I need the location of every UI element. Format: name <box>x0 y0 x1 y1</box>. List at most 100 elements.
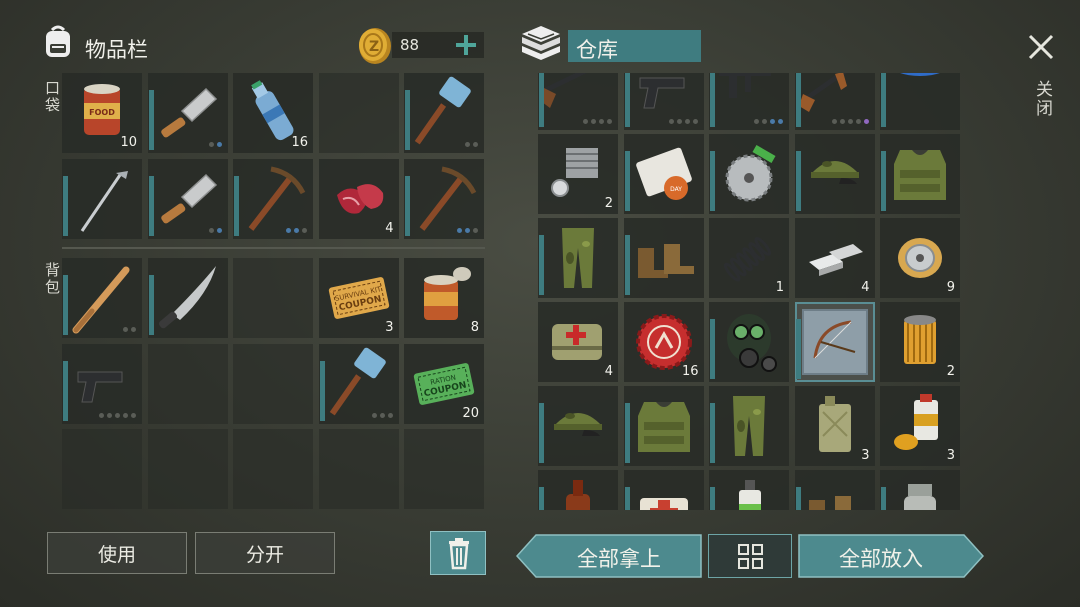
storage-slot[interactable] <box>709 470 789 510</box>
storage-slot[interactable] <box>623 218 704 298</box>
pockets-label: 口袋 <box>43 80 61 114</box>
pockets-slot[interactable]: 16 <box>233 73 313 153</box>
quality-dots <box>208 142 222 147</box>
storage-slot[interactable]: 16 <box>623 302 704 382</box>
storage-slot[interactable]: 2 <box>880 302 960 382</box>
pockets-slot[interactable]: 4 <box>318 158 399 239</box>
quality-dots <box>583 119 612 124</box>
durability-bar <box>795 487 801 510</box>
quality-dots <box>465 142 478 147</box>
storage-slot[interactable] <box>794 73 875 130</box>
storage-slot[interactable]: 3 <box>880 386 960 466</box>
storage-slot[interactable] <box>794 470 875 510</box>
storage-viewport[interactable]: 2 DAY 1 4 9 4 16 2 3 3 <box>538 73 964 510</box>
durability-bar <box>624 151 630 211</box>
backpack-slot[interactable] <box>318 343 399 424</box>
quality-dots <box>208 227 222 233</box>
item-count: 4 <box>861 280 870 295</box>
storage-slot[interactable] <box>880 73 960 130</box>
backpack-slot[interactable] <box>404 429 484 509</box>
storage-slot[interactable] <box>538 218 618 298</box>
durability-bar <box>624 73 630 127</box>
trash-icon <box>449 538 469 570</box>
storage-slot[interactable] <box>623 470 704 510</box>
backpack-slot[interactable] <box>147 258 228 338</box>
backpack-slot[interactable]: SURVIVAL KIT COUPON 3 <box>318 258 399 338</box>
item-count: 3 <box>946 448 955 463</box>
pockets-slot[interactable] <box>233 158 313 239</box>
storage-slot[interactable] <box>623 73 704 130</box>
item-count: 4 <box>604 364 613 379</box>
add-coins-plus-icon[interactable] <box>454 32 478 62</box>
storage-slot[interactable]: DAY <box>623 134 704 214</box>
use-button[interactable]: 使用 <box>47 532 187 574</box>
svg-text:Z: Z <box>369 39 379 55</box>
backpack-slot[interactable] <box>233 343 313 424</box>
storage-slot[interactable] <box>538 73 618 130</box>
durability-bar <box>881 73 886 127</box>
durability-bar <box>710 151 715 211</box>
durability-bar <box>405 175 410 236</box>
pockets-slot[interactable] <box>404 158 484 239</box>
durability-bar <box>710 319 715 379</box>
durability-bar <box>881 487 886 510</box>
quality-dots <box>457 227 478 233</box>
storage-slot[interactable] <box>538 386 618 466</box>
section-divider <box>62 247 485 249</box>
item-count: 9 <box>946 280 955 295</box>
pockets-slot[interactable] <box>62 158 142 239</box>
storage-slot[interactable] <box>794 134 875 214</box>
coin-icon: Z <box>356 26 394 70</box>
svg-text:FOOD: FOOD <box>89 108 115 117</box>
storage-slot[interactable] <box>709 302 789 382</box>
take-all-button[interactable]: 全部拿上 <box>516 534 702 578</box>
pockets-slot[interactable] <box>147 158 228 239</box>
pockets-slot[interactable] <box>318 73 399 153</box>
quality-dots <box>668 119 698 124</box>
split-button[interactable]: 分开 <box>195 532 335 574</box>
backpack-slot[interactable] <box>62 258 142 338</box>
backpack-slot[interactable]: 8 <box>404 258 484 338</box>
close-label[interactable]: 关闭 <box>1030 80 1055 118</box>
storage-slot[interactable] <box>880 134 960 214</box>
backpack-slot[interactable] <box>233 429 313 509</box>
durability-bar <box>710 487 715 510</box>
put-all-button[interactable]: 全部放入 <box>798 534 984 578</box>
storage-slot[interactable] <box>623 386 704 466</box>
storage-slot[interactable]: 3 <box>794 386 875 466</box>
storage-icon <box>518 22 564 68</box>
backpack-slot[interactable] <box>233 258 313 338</box>
item-count: 10 <box>120 135 137 150</box>
storage-slot[interactable] <box>880 470 960 510</box>
close-icon <box>1028 34 1054 60</box>
pockets-slot[interactable]: FOOD 10 <box>62 73 142 153</box>
backpack-slot[interactable] <box>147 343 228 424</box>
durability-bar <box>624 235 630 295</box>
storage-slot[interactable]: 2 <box>538 134 618 214</box>
durability-bar <box>795 319 801 379</box>
trash-button[interactable] <box>430 531 486 575</box>
durability-bar <box>881 151 886 211</box>
storage-slot[interactable]: 1 <box>709 218 789 298</box>
backpack-slot[interactable] <box>318 429 399 509</box>
storage-slot[interactable] <box>709 134 789 214</box>
storage-slot[interactable]: 9 <box>880 218 960 298</box>
durability-bar <box>148 90 154 150</box>
storage-slot[interactable] <box>709 386 789 466</box>
storage-slot[interactable] <box>794 302 875 382</box>
storage-slot[interactable]: 4 <box>794 218 875 298</box>
storage-slot[interactable] <box>709 73 789 130</box>
pockets-slot[interactable] <box>147 73 228 153</box>
durability-bar <box>234 175 239 236</box>
sort-grid-button[interactable] <box>708 534 792 578</box>
backpack-slot[interactable] <box>147 429 228 509</box>
close-button[interactable] <box>1022 28 1060 66</box>
storage-slot[interactable]: 4 <box>538 302 618 382</box>
backpack-slot[interactable]: RATION COUPON 20 <box>404 343 484 424</box>
backpack-slot[interactable] <box>62 343 142 424</box>
backpack-slot[interactable] <box>62 429 142 509</box>
durability-bar <box>795 151 801 211</box>
storage-slot[interactable] <box>538 470 618 510</box>
pockets-slot[interactable] <box>404 73 484 153</box>
backpack-icon <box>38 22 78 66</box>
